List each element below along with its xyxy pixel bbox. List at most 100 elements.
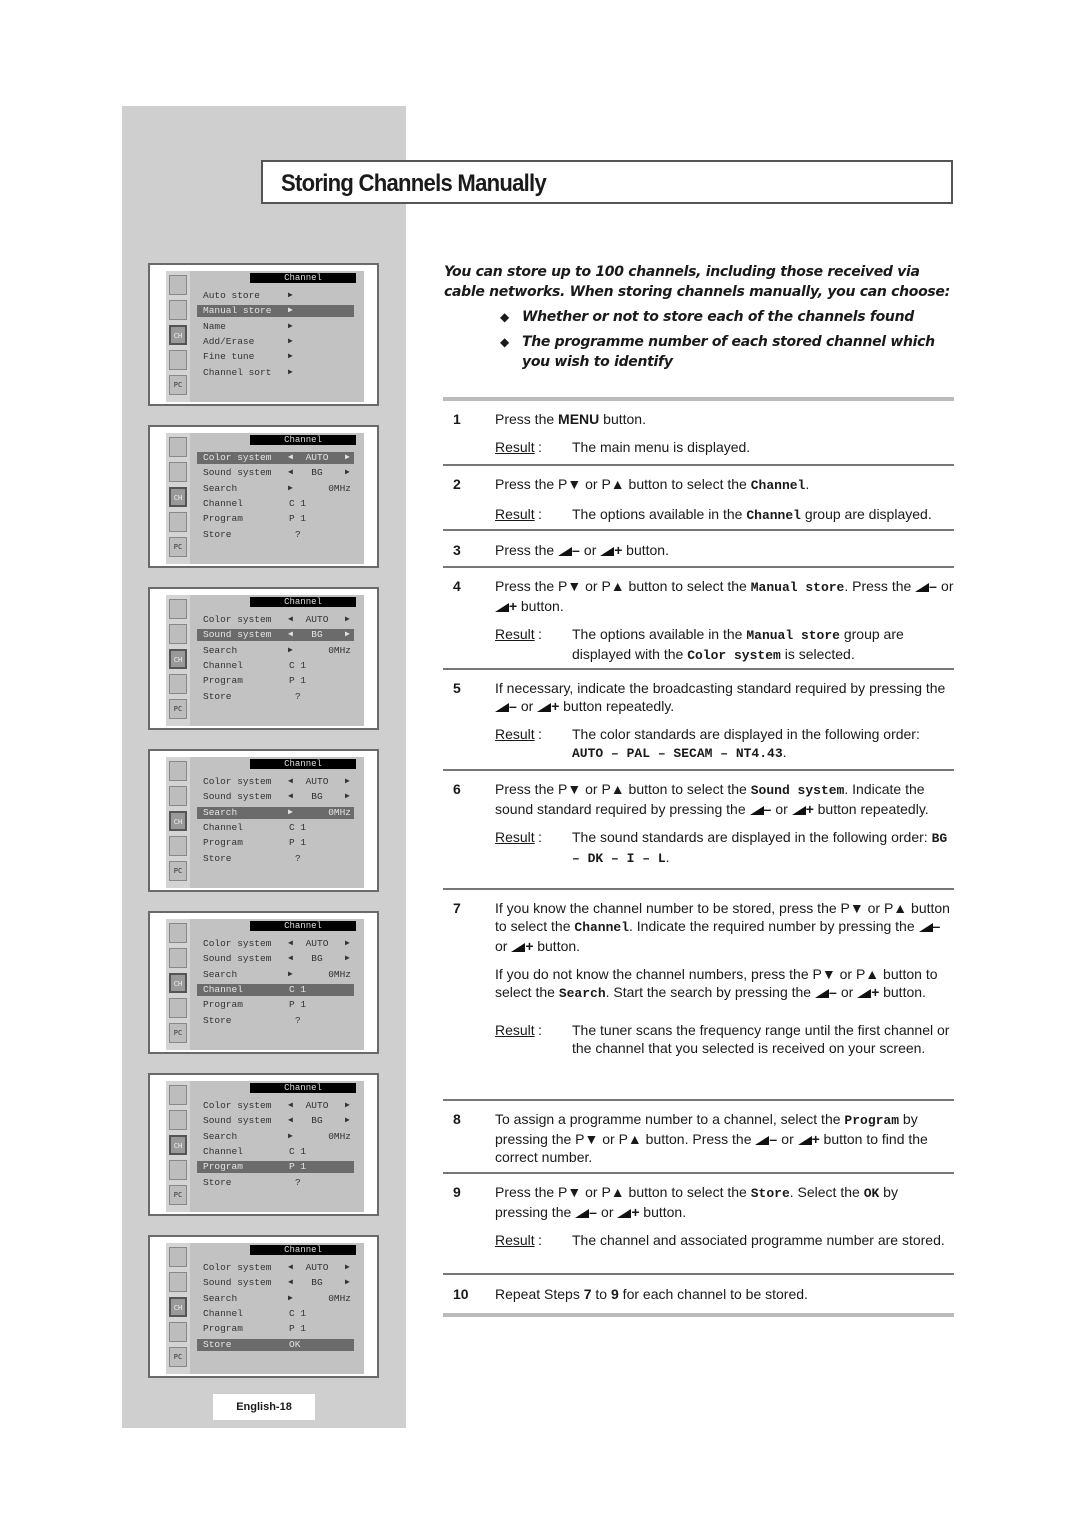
volume-down-icon: – <box>495 698 517 714</box>
osd-item-value: OK <box>289 1338 301 1350</box>
arrow-right-icon: ▶ <box>288 321 293 331</box>
result-label: Result <box>495 829 535 845</box>
osd-item-value: P 1 <box>289 1323 307 1335</box>
arrow-left-icon: ◀ <box>288 939 293 948</box>
arrow-right-icon: ▶ <box>345 1116 350 1126</box>
volume-sign: + <box>551 698 560 714</box>
osd-item-label: Store <box>203 852 232 864</box>
osd-item-value: C 1 <box>289 821 307 833</box>
volume-up-icon: + <box>617 1204 640 1220</box>
osd-item-value: ? <box>295 1176 301 1188</box>
step-text: Press the – or + button. <box>495 542 669 558</box>
volume-down-icon: – <box>558 542 580 558</box>
volume-sign: – <box>763 801 772 817</box>
osd-display: CH PC Channel Auto store ▶ Manual store ▶ Name ▶… <box>166 271 364 402</box>
menu-term: Channel <box>750 478 806 493</box>
step-body: If you know the channel number to be sto… <box>495 899 954 1003</box>
osd-item-value: AUTO <box>305 938 329 949</box>
bold-text: 9 <box>611 1286 619 1302</box>
step-9: 9 Press the P▼ or P▲ button to select the… <box>443 1183 954 1249</box>
divider <box>443 1172 954 1174</box>
osd-display: CH PC Channel Color system ◀ AUTO ▶ Sound syste… <box>166 595 364 726</box>
osd-display: CH PC Channel Color system ◀ AUTO ▶ Sound syste… <box>166 433 364 564</box>
menu-term: Manual store <box>750 580 845 595</box>
step-body: Press the P▼ or P▲ button to select the … <box>495 1183 954 1221</box>
osd-item-label: Search <box>203 644 238 656</box>
step-text: Press the P▼ or P▲ button to select the … <box>495 578 954 614</box>
setup-hand-icon <box>169 512 187 532</box>
result-text: The options available in the Manual stor… <box>572 626 904 663</box>
result-colon: : <box>538 1232 542 1248</box>
osd-item-label: Color system <box>203 1100 272 1111</box>
menu-term: AUTO – PAL – SECAM – NT4.43 <box>572 746 783 761</box>
sound-icon <box>169 462 187 482</box>
osd-item-value: AUTO <box>305 1100 329 1111</box>
osd-item-value: P 1 <box>289 999 307 1011</box>
intro-text: You can store up to 100 channels, includ… <box>444 264 950 300</box>
divider <box>443 566 954 568</box>
osd-menu-item: Store? <box>197 1177 354 1189</box>
osd-menu-item: Color system ◀ AUTO ▶ <box>197 1262 354 1274</box>
step-body: Press the MENU button. <box>495 410 954 428</box>
volume-sign: – <box>828 984 837 1000</box>
osd-item-value: P 1 <box>289 837 307 849</box>
arrow-left-icon: ◀ <box>288 615 293 624</box>
step-4: 4 Press the P▼ or P▲ button to select the… <box>443 577 954 665</box>
osd-item-label: Fine tune <box>203 351 255 363</box>
arrow-right-icon: ▶ <box>345 1263 350 1272</box>
step-number: 9 <box>453 1184 461 1200</box>
arrow-left-icon: ◀ <box>288 792 293 802</box>
volume-sign: – <box>769 1131 778 1147</box>
osd-item-value: AUTO <box>305 614 329 625</box>
osd-menu-item: Sound system ◀ BG ▶ <box>197 629 354 642</box>
setup-hand-icon <box>169 350 187 370</box>
osd-item-value: 0MHz <box>328 968 351 980</box>
arrow-right-icon: ▶ <box>288 367 293 377</box>
osd-item-label: Channel <box>203 1307 243 1319</box>
arrow-right-icon: ▶ <box>345 954 350 964</box>
step-number: 8 <box>453 1111 461 1127</box>
osd-display: CH PC Channel Color system ◀ AUTO ▶ Sound syste… <box>166 1081 364 1212</box>
arrow-right-icon: ▶ <box>288 969 293 979</box>
step-3: 3 Press the – or + button. <box>443 541 954 559</box>
divider <box>443 529 954 531</box>
osd-side-icons: CH PC <box>166 595 190 726</box>
osd-menu-item: Search ▶ 0MHz <box>197 806 354 819</box>
arrow-right-icon: ▶ <box>345 630 350 640</box>
volume-sign: + <box>811 1131 820 1147</box>
osd-item-value: AUTO <box>305 776 329 787</box>
setup-hand-icon <box>169 836 187 856</box>
pc-icon: PC <box>169 1023 187 1043</box>
result-colon: : <box>538 506 542 522</box>
divider <box>443 888 954 890</box>
volume-down-icon: – <box>918 918 941 934</box>
osd-item-label: Sound system <box>203 467 272 479</box>
step-result: Result: The color standards are displayed… <box>495 725 954 763</box>
osd-item-label: Store <box>203 1338 232 1350</box>
arrow-right-icon: ▶ <box>345 1278 350 1288</box>
pc-icon: PC <box>169 1347 187 1367</box>
step-6: 6 Press the P▼ or P▲ button to select the… <box>443 780 954 868</box>
osd-side-icons: CH PC <box>166 919 190 1050</box>
bold-text: MENU <box>558 411 600 427</box>
osd-item-value: C 1 <box>289 659 307 671</box>
arrow-right-icon: ▶ <box>345 453 350 462</box>
osd-display: CH PC Channel Color system ◀ AUTO ▶ Sound syste… <box>166 757 364 888</box>
osd-menu-item: Sound system ◀ BG ▶ <box>197 791 354 803</box>
step-body: To assign a programme number to a channe… <box>495 1110 954 1166</box>
arrow-right-icon: ▶ <box>288 306 293 316</box>
result-text: The channel and associated programme num… <box>572 1232 945 1248</box>
osd-item-label: Sound system <box>203 1115 272 1127</box>
osd-item-value: 0MHz <box>328 1292 351 1304</box>
volume-sign: + <box>871 984 880 1000</box>
pc-icon: PC <box>169 375 187 395</box>
osd-side-icons: CH PC <box>166 1243 190 1374</box>
result-text: The color standards are displayed in the… <box>572 726 920 761</box>
osd-item-value: 0MHz <box>328 806 351 818</box>
menu-term: OK <box>863 1186 880 1201</box>
step-text: If necessary, indicate the broadcasting … <box>495 680 946 714</box>
step-2: 2 Press the P▼ or P▲ button to select the… <box>443 475 954 525</box>
osd-menu-item: Name ▶ <box>197 321 354 333</box>
result-label: Result <box>495 1232 535 1248</box>
volume-sign: – <box>589 1204 597 1220</box>
